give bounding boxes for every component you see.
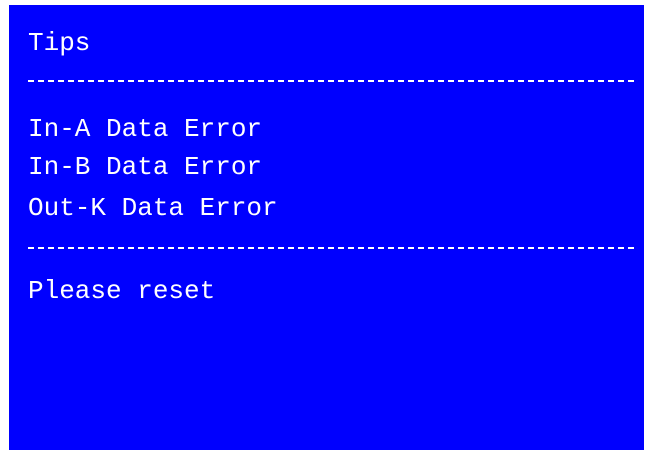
top-separator bbox=[28, 80, 634, 82]
bottom-separator bbox=[28, 247, 634, 249]
tips-panel: Tips In-A Data Error In-B Data Error Out… bbox=[9, 5, 644, 450]
error-message-out-k: Out-K Data Error bbox=[28, 193, 278, 223]
error-message-in-a: In-A Data Error bbox=[28, 114, 263, 144]
error-message-in-b: In-B Data Error bbox=[28, 152, 263, 182]
panel-title: Tips bbox=[28, 28, 91, 58]
reset-instruction: Please reset bbox=[28, 276, 216, 306]
